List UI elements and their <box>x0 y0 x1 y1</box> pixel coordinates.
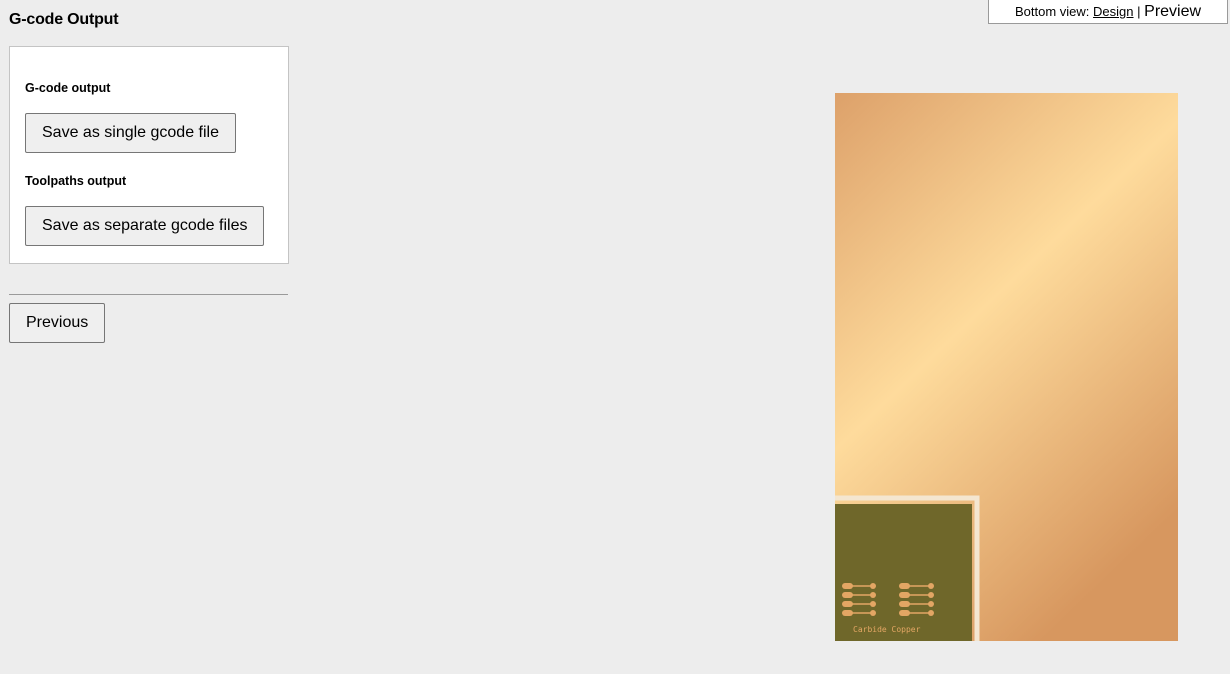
pad <box>870 610 876 616</box>
pad <box>899 610 910 616</box>
pad <box>870 601 876 607</box>
board-preview: Carbide Copper <box>835 93 1178 641</box>
pad <box>842 601 853 607</box>
pad <box>842 592 853 598</box>
pad <box>928 601 934 607</box>
pad <box>928 592 934 598</box>
pad <box>842 610 853 616</box>
pad <box>899 583 910 589</box>
pad <box>870 583 876 589</box>
pad <box>842 583 853 589</box>
save-single-gcode-button[interactable]: Save as single gcode file <box>25 113 236 153</box>
previous-button[interactable]: Previous <box>9 303 106 343</box>
bottom-view-label: Bottom view: <box>1015 4 1090 19</box>
section-divider <box>9 294 288 295</box>
board-preview-canvas: Carbide Copper <box>835 93 1178 641</box>
bottom-view-switch: Bottom view: Design | Preview <box>988 0 1228 24</box>
page-title: G-code Output <box>9 11 119 28</box>
pad <box>899 601 910 607</box>
board-label: Carbide Copper <box>853 625 921 634</box>
view-separator: | <box>1137 4 1141 19</box>
gcode-output-section-label: G-code output <box>25 81 111 95</box>
pcb-board <box>835 504 972 641</box>
pad <box>899 592 910 598</box>
toolpaths-output-section-label: Toolpaths output <box>25 174 127 188</box>
pad <box>870 592 876 598</box>
pad <box>928 583 934 589</box>
pad <box>928 610 934 616</box>
preview-link[interactable]: Preview <box>1144 3 1201 20</box>
design-link[interactable]: Design <box>1093 4 1133 19</box>
save-separate-gcode-button[interactable]: Save as separate gcode files <box>25 206 265 246</box>
gcode-output-panel: G-code output Save as single gcode file … <box>9 46 289 264</box>
